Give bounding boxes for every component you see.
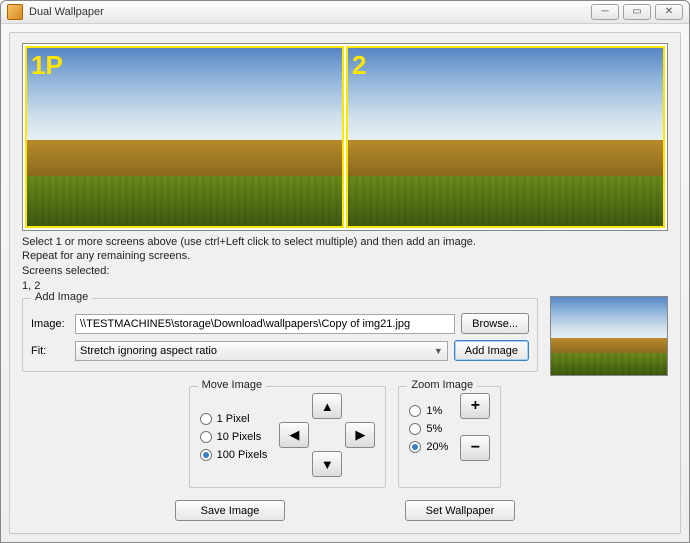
zoom-radio-group: 1% 5% 20% bbox=[409, 401, 448, 453]
screen-1[interactable]: 1P bbox=[25, 46, 344, 228]
add-image-button[interactable]: Add Image bbox=[454, 340, 529, 361]
fit-label: Fit: bbox=[31, 345, 69, 357]
titlebar[interactable]: Dual Wallpaper ─ ▭ ✕ bbox=[1, 1, 689, 24]
add-image-group-title: Add Image bbox=[31, 291, 92, 303]
minimize-button[interactable]: ─ bbox=[591, 4, 619, 20]
zoom-image-group: Zoom Image 1% 5% 20% + − bbox=[398, 386, 501, 488]
screens-selected-label: Screens selected: bbox=[22, 264, 668, 279]
close-button[interactable]: ✕ bbox=[655, 4, 683, 20]
image-path-input[interactable] bbox=[75, 314, 455, 334]
save-image-button[interactable]: Save Image bbox=[175, 500, 285, 521]
move-radio-group: 1 Pixel 10 Pixels 100 Pixels bbox=[200, 409, 268, 461]
zoom-image-title: Zoom Image bbox=[407, 379, 477, 391]
image-thumbnail bbox=[550, 296, 668, 376]
image-label: Image: bbox=[31, 318, 69, 330]
move-radio-1px[interactable]: 1 Pixel bbox=[200, 413, 268, 425]
zoom-radio-20[interactable]: 20% bbox=[409, 441, 448, 453]
screen-2-label: 2 bbox=[352, 50, 366, 81]
zoom-radio-1[interactable]: 1% bbox=[409, 405, 448, 417]
move-image-group: Move Image 1 Pixel 10 Pixels 100 Pixels … bbox=[189, 386, 387, 488]
screens-selected-value: 1, 2 bbox=[22, 279, 668, 294]
zoom-radio-5[interactable]: 5% bbox=[409, 423, 448, 435]
add-image-group: Add Image Image: Browse... Fit: Stretch … bbox=[22, 298, 538, 372]
zoom-in-button[interactable]: + bbox=[460, 393, 490, 419]
move-down-button[interactable]: ▼ bbox=[312, 451, 342, 477]
browse-button[interactable]: Browse... bbox=[461, 313, 529, 334]
move-left-button[interactable]: ◀ bbox=[279, 422, 309, 448]
wallpaper-thumb-left bbox=[27, 48, 342, 226]
fit-select[interactable]: Stretch ignoring aspect ratio ▼ bbox=[75, 341, 448, 361]
move-radio-100px[interactable]: 100 Pixels bbox=[200, 449, 268, 461]
fit-select-value: Stretch ignoring aspect ratio bbox=[80, 345, 217, 357]
instruction-line-1: Select 1 or more screens above (use ctrl… bbox=[22, 235, 668, 250]
move-right-button[interactable]: ▶ bbox=[345, 422, 375, 448]
chevron-down-icon: ▼ bbox=[434, 346, 443, 356]
move-radio-10px[interactable]: 10 Pixels bbox=[200, 431, 268, 443]
screens-preview[interactable]: 1P 2 bbox=[22, 43, 668, 231]
content-area: 1P 2 Select 1 or more screens above (use… bbox=[9, 32, 681, 534]
move-dpad: ▲ ◀ ▶ ▼ bbox=[279, 393, 375, 477]
app-window: Dual Wallpaper ─ ▭ ✕ 1P 2 Select 1 or mo bbox=[0, 0, 690, 543]
instructions: Select 1 or more screens above (use ctrl… bbox=[22, 235, 668, 294]
maximize-button[interactable]: ▭ bbox=[623, 4, 651, 20]
move-up-button[interactable]: ▲ bbox=[312, 393, 342, 419]
window-title: Dual Wallpaper bbox=[29, 6, 591, 18]
move-image-title: Move Image bbox=[198, 379, 267, 391]
wallpaper-thumb-right bbox=[348, 48, 663, 226]
instruction-line-2: Repeat for any remaining screens. bbox=[22, 249, 668, 264]
app-icon bbox=[7, 4, 23, 20]
set-wallpaper-button[interactable]: Set Wallpaper bbox=[405, 500, 515, 521]
zoom-out-button[interactable]: − bbox=[460, 435, 490, 461]
screen-1-label: 1P bbox=[31, 50, 63, 81]
screen-2[interactable]: 2 bbox=[346, 46, 665, 228]
